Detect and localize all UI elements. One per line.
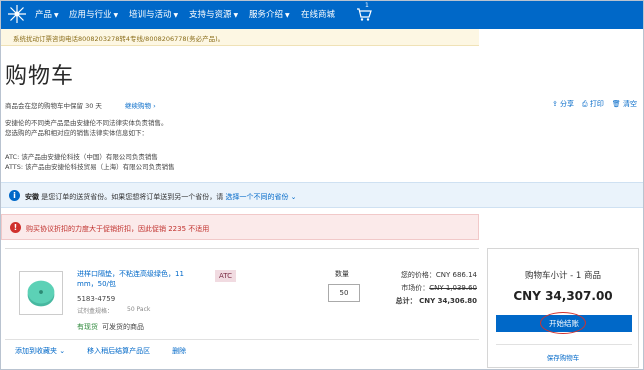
save-cart-link[interactable]: 保存购物车 [488, 352, 638, 362]
top-navigation: 产品 ▼ 应用与行业 ▼ 培训与活动 ▼ 支持与资源 ▼ 服务介绍 ▼ 在线商城 1 [1, 1, 643, 29]
cart-actions: ⇪ 分享 ⎙ 打印 🗑 清空 [552, 99, 637, 109]
cart-icon[interactable] [355, 5, 373, 23]
alert-icon: ! [10, 222, 21, 233]
continue-shopping-link[interactable]: 继续购物 › [125, 100, 156, 110]
product-image[interactable] [19, 271, 63, 315]
page-title: 购物车 [5, 64, 75, 89]
clear-button[interactable]: 🗑 清空 [612, 99, 637, 109]
cart-summary: 购物车小计 - 1 商品 CNY 34,307.00 开始结账 保存购物车 [487, 248, 639, 368]
notice-banner: 系统扰动订票咨询电话8008203278转4专线/8008206778(务必产品… [1, 29, 479, 46]
your-price: CNY 686.14 [435, 271, 477, 279]
legal-entity-info: 安捷伦的不同类产品是由安捷伦不同法律实体负责销售。 您选购的产品和相对应的销售法… [5, 119, 168, 137]
nav-store[interactable]: 在线商城 [301, 1, 335, 29]
nav-applications[interactable]: 应用与行业 ▼ [69, 1, 118, 29]
quantity-input[interactable]: 50 [328, 284, 360, 302]
line-total: CNY 34,306.80 [419, 297, 477, 305]
nav-training[interactable]: 培训与活动 ▼ [129, 1, 178, 29]
nav-support[interactable]: 支持与资源 ▼ [189, 1, 238, 29]
cart-page: 产品 ▼ 应用与行业 ▼ 培训与活动 ▼ 支持与资源 ▼ 服务介绍 ▼ 在线商城 1 系统… [0, 0, 644, 370]
nav-services[interactable]: 服务介绍 ▼ [249, 1, 290, 29]
pack-size: 50 Pack [127, 306, 151, 313]
cart-count-badge: 1 [365, 2, 369, 9]
legal-entity-list: ATC: 该产品由安捷伦科技（中国）有限公司负责销售 ATTS: 该产品由安捷伦… [5, 153, 175, 171]
summary-title: 购物车小计 - 1 商品 [524, 271, 602, 281]
nav-products[interactable]: 产品 ▼ [35, 1, 59, 29]
product-name-link[interactable]: 进样口隔垫，不粘连高级绿色，11 mm，50/包 [77, 269, 205, 289]
save-for-later-link[interactable]: 移入稍后结算产品区 [87, 346, 150, 356]
highlight-ring [540, 312, 586, 334]
change-province-link[interactable]: 选择一个不同的省份 ⌄ [225, 193, 296, 201]
price-box: 您的价格：CNY 686.14 市场价：CNY 1,039.60 总计： CNY… [395, 271, 477, 305]
entity-badge: ATC [215, 270, 236, 282]
stock-status: 有现货 可发货的商品 [77, 323, 144, 331]
item-actions: 添加到收藏夹 ⌄ 移入稍后结算产品区 删除 [15, 346, 186, 356]
print-button[interactable]: ⎙ 打印 [582, 99, 604, 109]
shipping-province-box: i 安徽 是您订单的送货省份。如果您想将订单送到另一个省份，请 选择一个不同的省… [1, 182, 643, 208]
info-icon: i [9, 190, 20, 201]
cart-item: 进样口隔垫，不粘连高级绿色，11 mm，50/包 5183-4759 试剂盒规格… [5, 248, 479, 368]
share-button[interactable]: ⇪ 分享 [552, 99, 574, 109]
quantity-label: 数量 [335, 270, 349, 278]
summary-divider [496, 344, 632, 345]
delete-item-link[interactable]: 删除 [172, 346, 186, 356]
add-to-favorites-link[interactable]: 添加到收藏夹 ⌄ [15, 346, 65, 356]
promo-warning-box: ! 购买协议折扣的力度大于促销折扣，因此促销 2235 不适用 [1, 214, 479, 240]
hold-text: 商品会在您的购物车中保留 30 天 [5, 102, 102, 110]
list-price: CNY 1,039.60 [429, 284, 477, 292]
agilent-logo-icon[interactable] [7, 4, 27, 24]
row-divider [5, 339, 479, 340]
part-number: 5183-4759 [77, 295, 116, 303]
summary-total: CNY 34,307.00 [513, 289, 613, 303]
pack-label: 试剂盒规格： [77, 308, 114, 315]
